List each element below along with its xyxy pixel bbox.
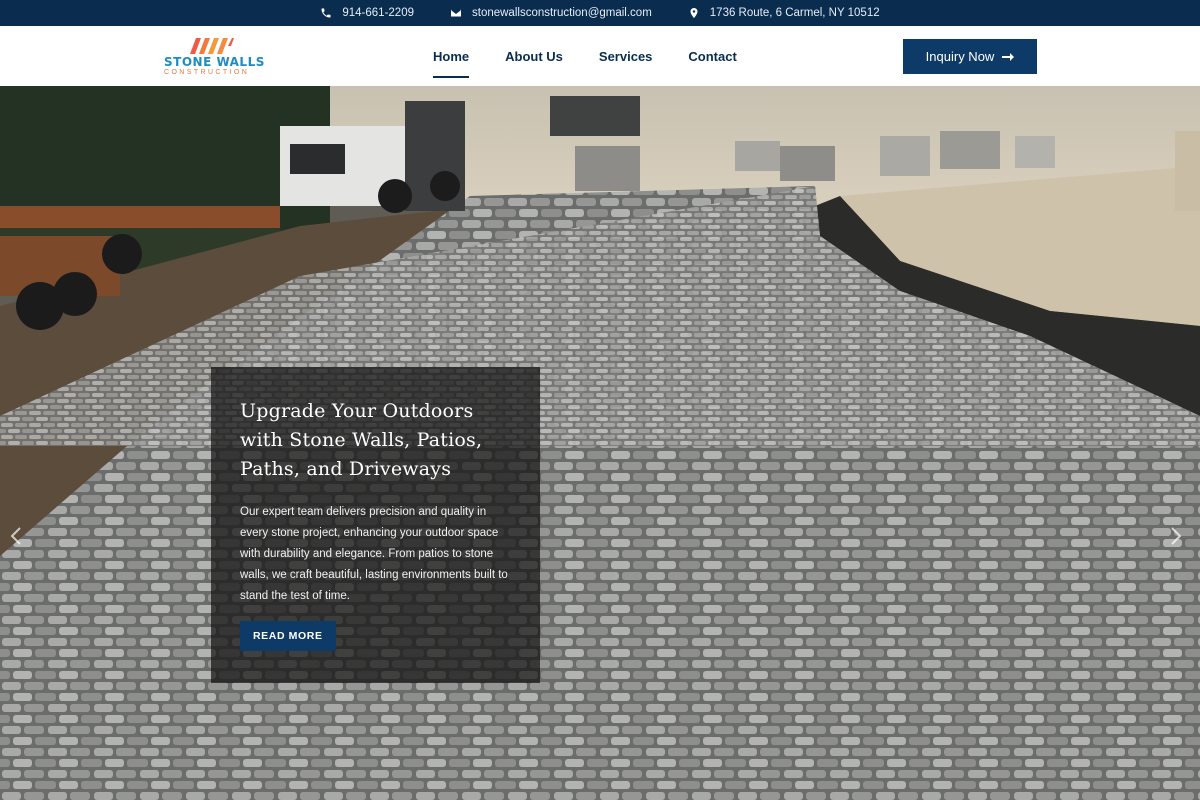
hero-description: Our expert team delivers precision and q… (240, 506, 508, 602)
top-info-bar: 914-661-2209 stonewallsconstruction@gmai… (0, 0, 1200, 26)
main-nav: Home About Us Services Contact (433, 26, 773, 86)
hero-title: Upgrade Your Outdoors with Stone Walls, … (240, 400, 483, 480)
nav-contact[interactable]: Contact (688, 43, 736, 70)
hero-slider: Upgrade Your Outdoors with Stone Walls, … (0, 86, 1200, 800)
phone-icon (321, 8, 331, 18)
chevron-left-icon (10, 527, 21, 545)
site-header: STONE WALLS CONSTRUCTION Home About Us S… (0, 26, 1200, 86)
address-info: 1736 Route, 6 Carmel, NY 10512 (688, 7, 880, 19)
inquiry-now-button[interactable]: Inquiry Now (903, 39, 1037, 74)
inquiry-now-label: Inquiry Now (925, 49, 995, 64)
phone-number: 914-661-2209 (342, 7, 414, 19)
map-pin-icon (690, 8, 698, 18)
chevron-right-icon (1171, 527, 1182, 545)
read-more-button[interactable]: READ MORE (240, 621, 336, 651)
nav-about-us[interactable]: About Us (505, 43, 563, 70)
site-logo[interactable]: STONE WALLS CONSTRUCTION (163, 37, 265, 77)
email-info[interactable]: stonewallsconstruction@gmail.com (450, 7, 652, 19)
nav-services[interactable]: Services (599, 43, 653, 70)
hero-caption-card: Upgrade Your Outdoors with Stone Walls, … (211, 367, 540, 683)
logo-subtitle: CONSTRUCTION (164, 69, 250, 76)
nav-home[interactable]: Home (433, 43, 470, 78)
address-text: 1736 Route, 6 Carmel, NY 10512 (709, 7, 880, 19)
hero-background-image (0, 86, 1200, 800)
logo-name: STONE WALLS (164, 55, 265, 69)
phone-info[interactable]: 914-661-2209 (320, 7, 414, 19)
envelope-icon (451, 9, 461, 17)
slider-next-button[interactable] (1170, 526, 1190, 546)
email-address: stonewallsconstruction@gmail.com (472, 7, 652, 19)
slider-prev-button[interactable] (10, 526, 30, 546)
arrow-right-icon (1002, 52, 1015, 61)
logo-stripes (190, 38, 234, 54)
